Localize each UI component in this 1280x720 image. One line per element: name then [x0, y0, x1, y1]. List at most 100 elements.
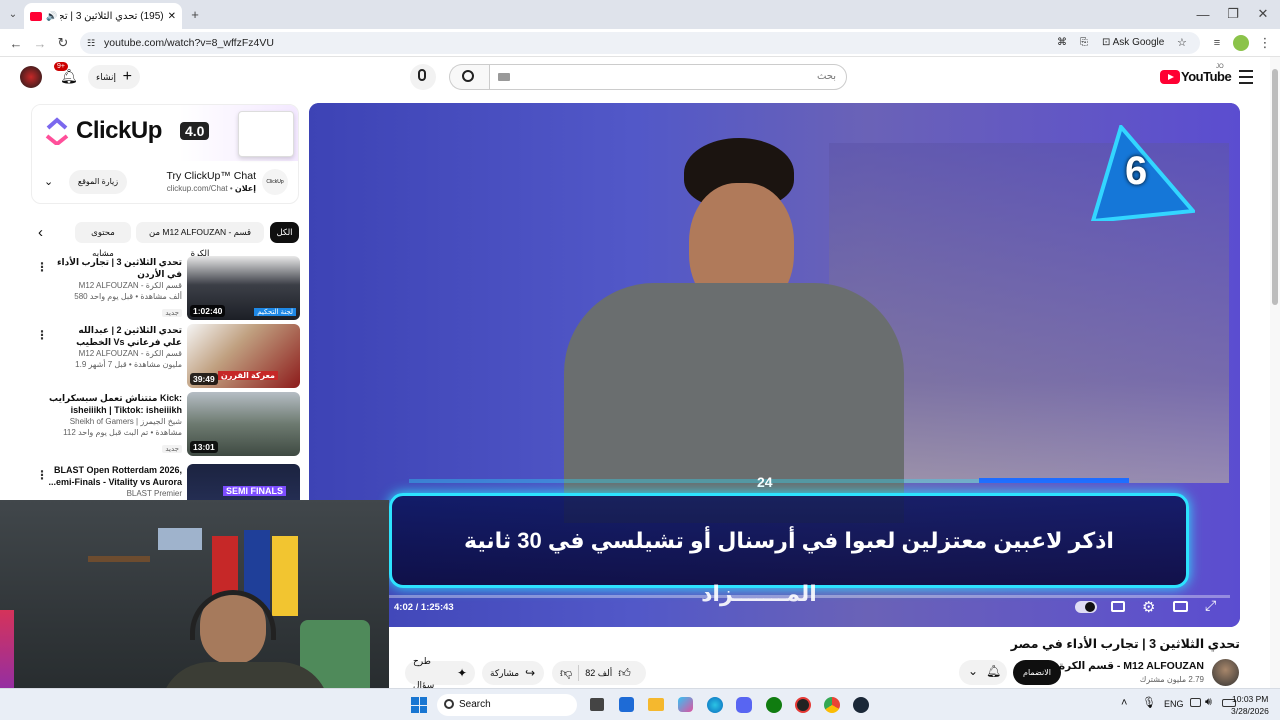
recommendation-item[interactable]: SEMI FINALS BLAST Open Rotterdam 2026, .…: [30, 464, 300, 500]
volume-icon[interactable]: 🔊︎: [1205, 696, 1212, 709]
recommendation-details: تحدي الثلاثين 2 | عبدالله الخطيب Vs علي …: [42, 324, 182, 370]
dislike-icon[interactable]: 👎︎: [560, 661, 572, 685]
steam-icon[interactable]: [853, 697, 869, 713]
guide-menu-icon[interactable]: [1239, 70, 1253, 84]
bookmark-star-icon[interactable]: ☆: [1177, 32, 1187, 54]
search-button[interactable]: [449, 64, 489, 90]
chevron-down-icon: ⌄: [968, 664, 979, 678]
video-title[interactable]: متتناش تعمل سبسكرايب Kick: isheiiikh | T…: [42, 392, 182, 416]
network-icon[interactable]: [1190, 698, 1201, 707]
channel-name[interactable]: BLAST Premier: [42, 488, 182, 499]
subtitles-icon[interactable]: [1111, 601, 1125, 612]
chrome-icon[interactable]: [824, 697, 840, 713]
more-actions-icon[interactable]: ⋮: [36, 468, 48, 482]
join-button[interactable]: الانضمام: [1013, 660, 1061, 685]
search-input[interactable]: بحث: [489, 64, 847, 90]
ask-button[interactable]: طرح سؤال ✦: [405, 656, 475, 690]
fullscreen-icon[interactable]: ⤢: [1205, 597, 1216, 614]
sidebar-ad-card[interactable]: ClickUp 4.0 ClickUp Try ClickUp™ Chat cl…: [31, 104, 299, 204]
notifications-button[interactable]: 🔔︎ 9+: [54, 62, 78, 88]
video-title[interactable]: تحدي الثلاثين 2 | عبدالله الخطيب Vs علي …: [42, 324, 182, 348]
video-player[interactable]: 6 24 اذكر لاعبين معتزلين لعبوا في أرسنال…: [309, 103, 1240, 627]
forward-icon[interactable]: →: [30, 33, 50, 53]
settings-gear-icon[interactable]: ⚙: [1142, 598, 1155, 616]
autoplay-toggle[interactable]: [1075, 601, 1097, 613]
theater-mode-icon[interactable]: [1173, 601, 1188, 612]
scrollbar-thumb[interactable]: [1272, 69, 1278, 305]
install-icon[interactable]: ⎘: [1080, 32, 1088, 54]
xbox-icon[interactable]: [766, 697, 782, 713]
back-icon[interactable]: ←: [6, 33, 26, 53]
translate-icon[interactable]: ⌘: [1057, 32, 1067, 54]
share-button[interactable]: مشاركة ↪: [482, 661, 544, 685]
recording-app-icon[interactable]: [795, 697, 811, 713]
copilot-icon[interactable]: [678, 697, 693, 712]
speaker-icon[interactable]: 🔊: [46, 11, 57, 22]
edge-icon[interactable]: [707, 697, 723, 713]
browser-tab-active[interactable]: 🔊 (195) تحدي الثلاثين 3 | تجارب ✕: [24, 3, 182, 29]
language-indicator[interactable]: ENG: [1164, 699, 1184, 709]
video-thumbnail[interactable]: لجنة التحكيم 1:02:40: [187, 256, 300, 320]
create-button[interactable]: إنشاء +: [88, 65, 140, 89]
tab-close-icon[interactable]: ✕: [168, 11, 176, 22]
tab-search-icon[interactable]: ⌄: [4, 5, 22, 23]
task-view-icon[interactable]: [590, 698, 604, 711]
maximize-icon[interactable]: ❐: [1226, 5, 1240, 23]
file-explorer-icon[interactable]: [648, 698, 664, 711]
page-scrollbar[interactable]: [1270, 57, 1280, 688]
recommendation-item[interactable]: معركة القررن 39:49 تحدي الثلاثين 2 | عبد…: [30, 324, 300, 388]
tray-overflow-icon[interactable]: ˄: [1121, 697, 1127, 709]
discord-icon[interactable]: [736, 697, 752, 713]
address-bar[interactable]: ☷ youtube.com/watch?v=8_wffzFz4VU ⌘ ⎘ ⊡ …: [80, 32, 1200, 54]
channel-avatar[interactable]: [1212, 659, 1239, 686]
video-title[interactable]: تحدي الثلاثين 3 | تجارب الأداء في الأردن: [42, 256, 182, 280]
player-progress-track[interactable]: [319, 595, 1230, 598]
like-count[interactable]: 82 ألف: [585, 661, 612, 685]
ask-google-button[interactable]: ⊡ Ask Google: [1102, 32, 1164, 54]
menu-middle-line: [1239, 76, 1253, 78]
start-windows-icon[interactable]: [411, 697, 427, 713]
account-avatar[interactable]: [20, 66, 42, 88]
recommendation-item[interactable]: 13:01 متتناش تعمل سبسكرايب Kick: isheiii…: [30, 392, 300, 456]
subscriber-count: 2.79 مليون مشترك: [1139, 675, 1204, 684]
chip-from-channel[interactable]: من M12 ALFOUZAN - قسم الكرة: [136, 222, 264, 258]
windows-taskbar: Search ˄ 🎙︎ ENG 🔊︎ 10:03 PM 3/28/2026: [0, 688, 1280, 720]
ad-banner[interactable]: ClickUp 4.0: [32, 105, 298, 161]
voice-search-button[interactable]: [410, 64, 436, 90]
store-icon[interactable]: [619, 697, 634, 712]
video-thumbnail[interactable]: SEMI FINALS: [187, 464, 300, 500]
mic-tray-icon[interactable]: 🎙︎: [1142, 696, 1156, 709]
minimize-icon[interactable]: —: [1196, 5, 1210, 23]
like-dislike-group: 👎︎ 82 ألف 👍︎: [552, 661, 646, 685]
video-thumbnail[interactable]: 13:01: [187, 392, 300, 456]
new-tab-icon[interactable]: +: [186, 5, 204, 23]
chip-related[interactable]: محتوى مشابه: [75, 222, 131, 258]
reload-icon[interactable]: ↻: [53, 33, 73, 53]
site-info-icon[interactable]: ☷: [87, 32, 95, 54]
channel-name[interactable]: M12 ALFOUZAN - قسم الكرة: [42, 348, 182, 359]
recommendation-item[interactable]: لجنة التحكيم 1:02:40 تحدي الثلاثين 3 | ت…: [30, 256, 300, 320]
clock-time[interactable]: 10:03 PM: [1232, 694, 1268, 704]
video-title-main: تحدي الثلاثين 3 | تجارب الأداء في مصر: [1010, 637, 1240, 651]
like-icon[interactable]: 👍︎: [618, 661, 631, 685]
profile-avatar[interactable]: [1233, 35, 1249, 51]
more-actions-icon[interactable]: ⋮: [36, 328, 48, 342]
more-actions-icon[interactable]: ⋮: [36, 260, 48, 274]
chip-all[interactable]: الكل: [270, 222, 299, 243]
video-thumbnail[interactable]: معركة القررن 39:49: [187, 324, 300, 388]
close-window-icon[interactable]: ✕: [1256, 5, 1270, 23]
visit-site-button[interactable]: زيارة الموقع: [69, 170, 127, 194]
channel-name[interactable]: Sheikh of Gamers | شيخ الجيمرز: [42, 416, 182, 427]
search-icon: [444, 699, 454, 709]
video-title[interactable]: BLAST Open Rotterdam 2026, ...emi-Finals…: [42, 464, 182, 488]
reading-list-icon[interactable]: ≡: [1208, 33, 1226, 53]
chips-prev-chevron-icon[interactable]: ‹: [38, 224, 43, 241]
channel-name[interactable]: M12 ALFOUZAN - قسم الكرة: [42, 280, 182, 291]
subscribe-dropdown[interactable]: 🔔︎ ⌄: [959, 660, 1007, 685]
ad-expand-chevron-icon[interactable]: ⌄: [44, 175, 53, 188]
youtube-logo[interactable]: YouTube JO: [1160, 64, 1232, 85]
browser-menu-icon[interactable]: ⋮: [1258, 33, 1272, 53]
taskbar-search[interactable]: Search: [437, 694, 577, 716]
channel-name-main[interactable]: M12 ALFOUZAN - قسم الكرة ✔: [1049, 660, 1204, 672]
clock-date[interactable]: 3/28/2026: [1231, 706, 1269, 716]
